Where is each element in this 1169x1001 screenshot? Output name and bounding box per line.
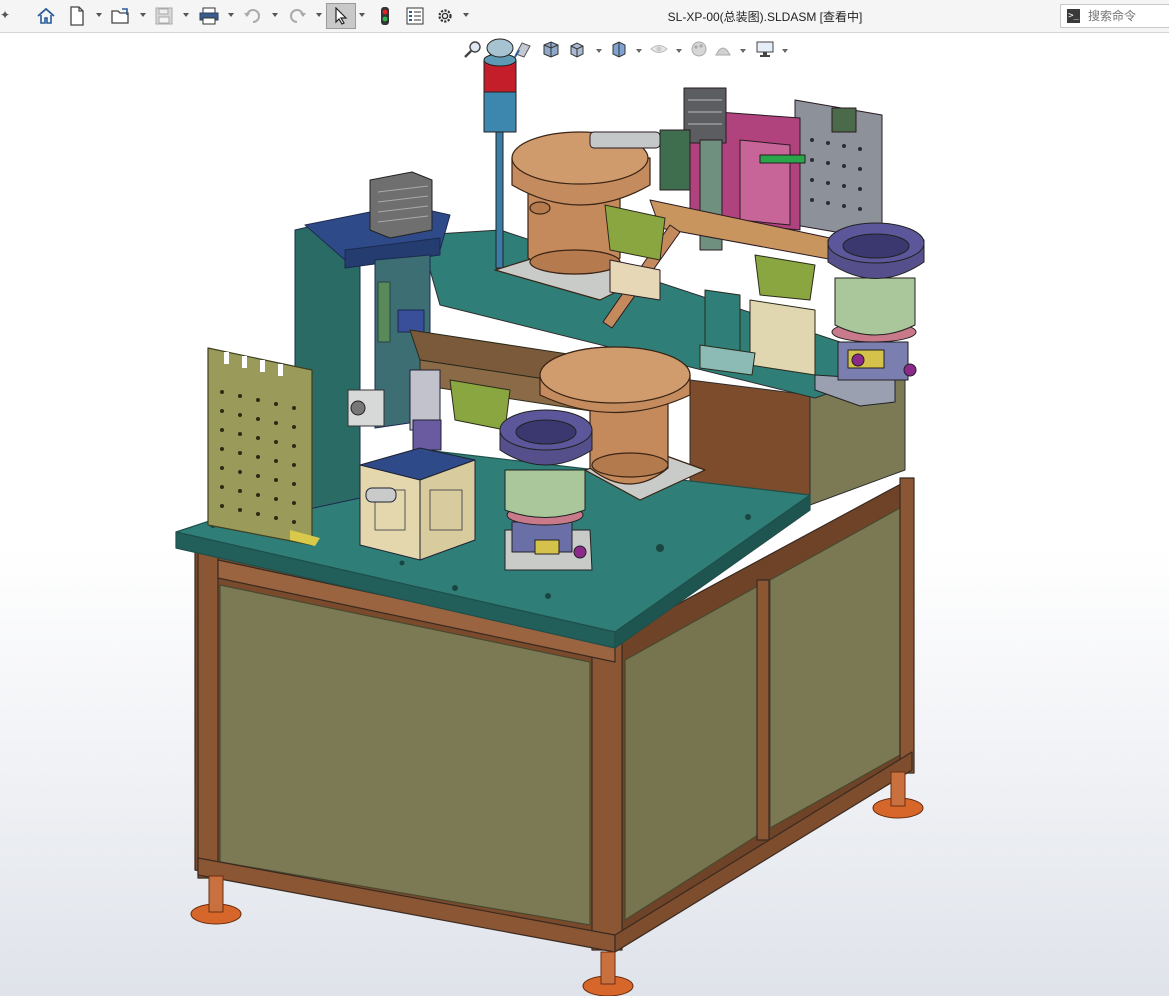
select-dropdown-icon[interactable] [359,13,365,17]
mounting-hole [256,474,260,478]
new-document-icon[interactable] [66,4,88,28]
mounting-hole [256,512,260,516]
mounting-hole [256,398,260,402]
save-icon[interactable] [152,4,176,28]
options-dropdown-icon[interactable] [463,13,469,17]
mounting-hole [256,455,260,459]
mounting-hole [238,413,242,417]
perforated-mounting-plate [207,347,320,546]
mounting-hole [220,409,224,413]
search-commands-box[interactable]: >_ [1060,4,1169,28]
search-input[interactable] [1086,8,1169,24]
mounting-hole [238,394,242,398]
mounting-hole [274,516,278,520]
mounting-hole [220,485,224,489]
mounting-hole [238,451,242,455]
options-gear-icon[interactable] [434,4,456,28]
mounting-hole [274,497,278,501]
mounting-hole [274,421,278,425]
assembly-model[interactable] [0,33,1169,997]
undo-dropdown-icon[interactable] [272,13,278,17]
mounting-hole [238,508,242,512]
open-folder-icon[interactable] [108,4,134,28]
main-toolbar: ✦ SL-XP-00(总装图).SLDASM [查看中] >_ [0,0,1169,33]
mounting-hole [220,447,224,451]
mounting-hole [220,428,224,432]
print-dropdown-icon[interactable] [228,13,234,17]
open-dropdown-icon[interactable] [140,13,146,17]
command-prompt-icon: >_ [1067,9,1080,23]
mounting-hole [292,425,296,429]
mounting-hole [220,466,224,470]
mounting-hole [292,444,296,448]
pin-icon[interactable]: ✦ [0,8,10,22]
file-properties-icon[interactable] [404,4,426,28]
print-icon[interactable] [196,4,222,28]
mounting-hole [292,406,296,410]
mounting-hole [292,482,296,486]
rebuild-traffic-light-icon[interactable] [376,4,394,28]
vibratory-feeder-right [814,222,925,407]
vibratory-feeder-front [499,409,593,571]
mounting-hole [220,390,224,394]
save-dropdown-icon[interactable] [183,13,189,17]
mounting-hole [256,436,260,440]
mounting-hole [292,463,296,467]
mounting-hole [274,459,278,463]
new-dropdown-icon[interactable] [96,13,102,17]
home-icon[interactable] [34,4,58,28]
mounting-hole [274,402,278,406]
mounting-hole [256,493,260,497]
undo-icon[interactable] [240,4,266,28]
mounting-hole [238,432,242,436]
document-title: SL-XP-00(总装图).SLDASM [查看中] [667,10,863,24]
mounting-hole [238,470,242,474]
mounting-hole [292,520,296,524]
mounting-hole [292,501,296,505]
select-arrow-icon [335,7,348,25]
mounting-hole [256,417,260,421]
redo-dropdown-icon[interactable] [316,13,322,17]
graphics-area[interactable] [0,33,1169,997]
mounting-hole [220,504,224,508]
mounting-hole [274,440,278,444]
select-button[interactable] [326,3,356,29]
mounting-hole [238,489,242,493]
redo-icon[interactable] [284,4,310,28]
mounting-hole [274,478,278,482]
